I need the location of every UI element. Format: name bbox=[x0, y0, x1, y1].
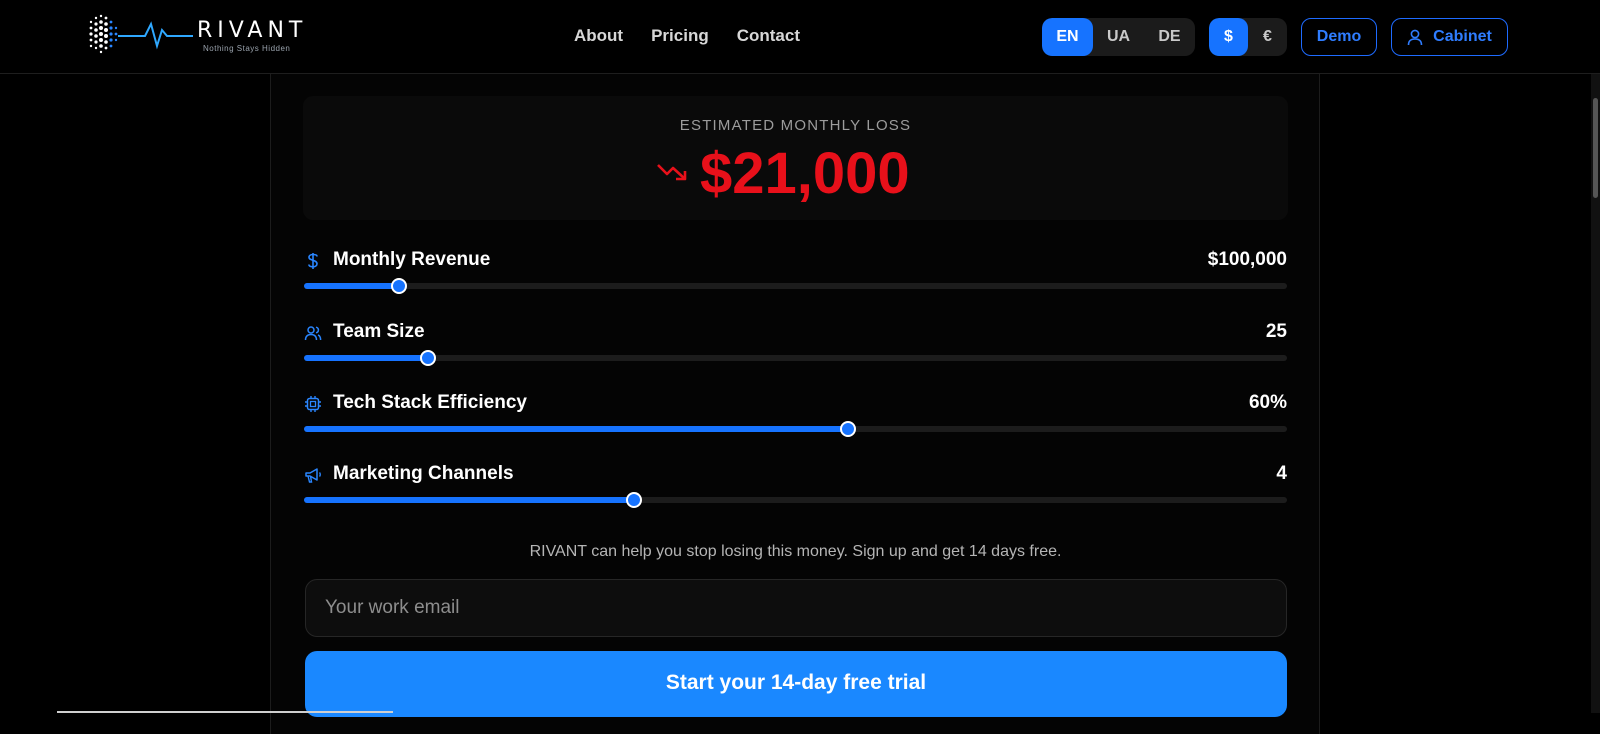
slider-fill bbox=[304, 283, 400, 289]
nav-link-contact[interactable]: Contact bbox=[737, 26, 800, 46]
slider-team-size: Team Size 25 bbox=[304, 320, 1287, 384]
slider-label: Monthly Revenue bbox=[333, 249, 491, 270]
slider-label: Marketing Channels bbox=[333, 463, 514, 484]
demo-button[interactable]: Demo bbox=[1301, 18, 1377, 56]
slider-label: Tech Stack Efficiency bbox=[333, 392, 527, 413]
slider-label: Team Size bbox=[333, 321, 425, 342]
slider-track[interactable] bbox=[304, 421, 1287, 437]
language-option-en[interactable]: EN bbox=[1042, 18, 1093, 56]
brand-name: RIVANT bbox=[197, 18, 308, 43]
slider-value: 25 bbox=[1265, 321, 1287, 342]
signup-help-text: RIVANT can help you stop losing this mon… bbox=[529, 543, 1062, 560]
dollar-icon bbox=[308, 253, 318, 269]
user-icon bbox=[1407, 29, 1423, 45]
slider-track[interactable] bbox=[304, 350, 1287, 366]
language-option-de[interactable]: DE bbox=[1144, 18, 1195, 56]
slider-thumb[interactable] bbox=[626, 492, 643, 508]
slider-thumb[interactable] bbox=[391, 278, 408, 294]
brand-logo[interactable]: RIVANT Nothing Stays Hidden bbox=[85, 12, 325, 58]
slider-track[interactable] bbox=[304, 278, 1287, 294]
currency-switcher: $ € bbox=[1209, 18, 1287, 56]
cpu-icon bbox=[305, 396, 321, 412]
slider-fill bbox=[304, 355, 428, 361]
currency-option-eur[interactable]: € bbox=[1248, 18, 1287, 56]
brand-tagline: Nothing Stays Hidden bbox=[203, 44, 291, 53]
start-trial-button[interactable]: Start your 14-day free trial bbox=[305, 651, 1287, 717]
language-switcher: EN UA DE bbox=[1042, 18, 1195, 56]
slider-fill bbox=[304, 497, 635, 503]
nav-link-about[interactable]: About bbox=[574, 26, 623, 46]
currency-option-usd[interactable]: $ bbox=[1209, 18, 1248, 56]
trending-down-icon bbox=[657, 164, 687, 181]
page-scrollbar[interactable] bbox=[1591, 74, 1600, 713]
cabinet-button[interactable]: Cabinet bbox=[1391, 18, 1508, 56]
slider-value: $100,000 bbox=[1207, 249, 1287, 270]
loss-label: ESTIMATED MONTHLY LOSS bbox=[679, 117, 912, 134]
nav-link-pricing[interactable]: Pricing bbox=[651, 26, 709, 46]
slider-track[interactable] bbox=[304, 492, 1287, 508]
slider-monthly-revenue: Monthly Revenue $100,000 bbox=[304, 248, 1287, 312]
slider-value: 4 bbox=[1276, 463, 1287, 484]
work-email-input[interactable] bbox=[305, 579, 1287, 637]
main-nav: About Pricing Contact bbox=[574, 26, 800, 46]
top-navigation-bar: RIVANT Nothing Stays Hidden About Pricin… bbox=[0, 0, 1600, 74]
slider-thumb[interactable] bbox=[839, 421, 856, 437]
loss-value: $21,000 bbox=[700, 141, 910, 206]
slider-marketing-channels: Marketing Channels 4 bbox=[304, 462, 1287, 526]
cabinet-button-label: Cabinet bbox=[1433, 28, 1492, 45]
scrollbar-thumb[interactable] bbox=[1593, 98, 1598, 198]
demo-button-label: Demo bbox=[1316, 28, 1362, 45]
slider-fill bbox=[304, 426, 848, 432]
megaphone-icon bbox=[305, 468, 321, 483]
slider-value: 60% bbox=[1248, 392, 1287, 413]
slider-thumb[interactable] bbox=[419, 350, 436, 366]
start-trial-button-label: Start your 14-day free trial bbox=[665, 671, 927, 694]
brand-logo-mark bbox=[89, 14, 193, 54]
users-icon bbox=[304, 326, 322, 341]
language-option-ua[interactable]: UA bbox=[1093, 18, 1144, 56]
slider-tech-stack-efficiency: Tech Stack Efficiency 60% bbox=[304, 391, 1287, 455]
